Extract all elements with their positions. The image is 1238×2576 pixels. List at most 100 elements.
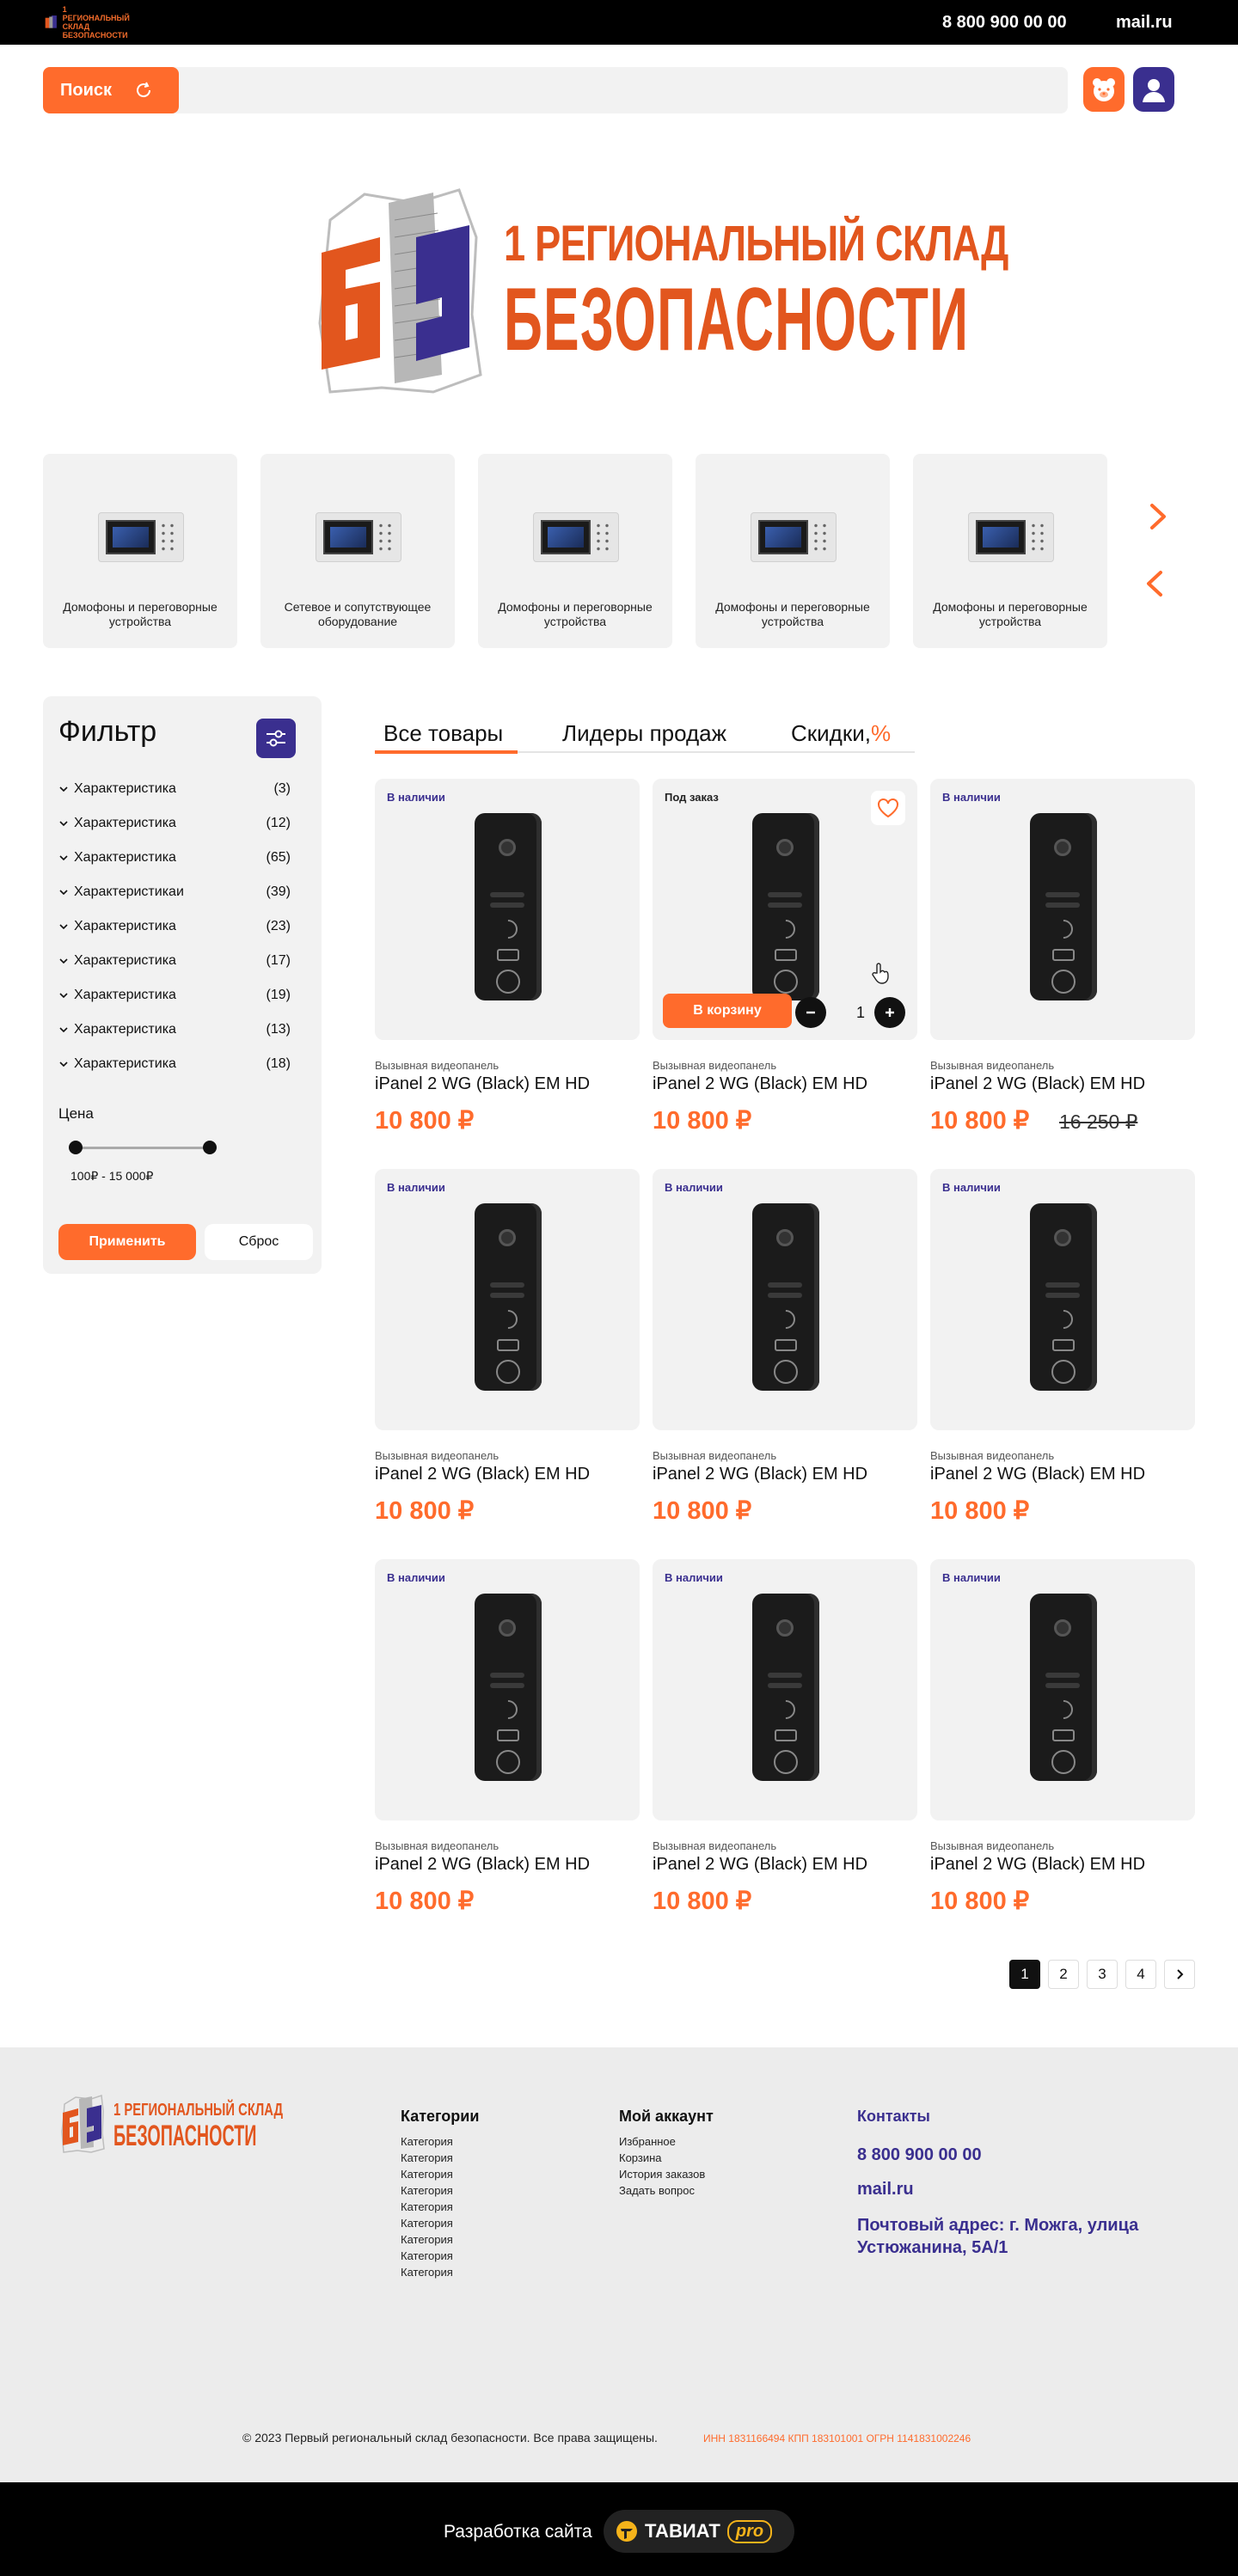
product-price: 10 800 ₽ [930, 1888, 1030, 1915]
chevron-down-icon [59, 958, 68, 964]
filter-row[interactable]: Характеристика (17) [58, 951, 291, 971]
footer-logo-line1: 1 РЕГИОНАЛЬНЫЙ СКЛАД [113, 2101, 284, 2120]
product-card[interactable]: В наличии [375, 1559, 640, 1820]
filter-row[interactable]: Характеристика (18) [58, 1054, 291, 1074]
category-card[interactable]: Домофоны и переговорные устройства [478, 454, 672, 648]
add-to-cart-button[interactable]: В корзину [663, 994, 792, 1028]
category-card[interactable]: Домофоны и переговорные устройства [696, 454, 890, 648]
product-type: Вызывная видеопанель [375, 1059, 499, 1072]
footer-account-link[interactable]: Корзина [619, 2151, 662, 2164]
filter-row-name: Характеристика [58, 850, 176, 866]
product-card[interactable]: В наличии [653, 1169, 917, 1430]
product-card[interactable]: Под заказ В корзину 1 [653, 779, 917, 1040]
profile-button[interactable] [1133, 67, 1174, 112]
footer-phone[interactable]: 8 800 900 00 00 [857, 2145, 982, 2165]
filter-row-name: Характеристика [58, 953, 176, 969]
carousel-next-button[interactable] [1140, 500, 1173, 533]
filter-row-count: (19) [266, 988, 291, 1002]
footer-contacts-title: Контакты [857, 2108, 930, 2125]
footer-account-link[interactable]: История заказов [619, 2168, 705, 2181]
product-card[interactable]: В наличии [653, 1559, 917, 1820]
price-slider-min-handle[interactable] [69, 1141, 83, 1154]
product-price: 10 800 ₽ [653, 1888, 752, 1915]
favorites-button[interactable] [1083, 67, 1125, 112]
filter-row-count: (18) [266, 1056, 291, 1071]
footer-logo[interactable]: 1 РЕГИОНАЛЬНЫЙ СКЛАД БЕЗОПАСНОСТИ [60, 2094, 283, 2154]
product-card[interactable]: В наличии [930, 779, 1195, 1040]
pagination-page[interactable]: 3 [1087, 1960, 1118, 1989]
filter-row-label: Характеристика [74, 1056, 176, 1071]
product-name[interactable]: iPanel 2 WG (Black) EM HD [375, 1465, 590, 1484]
pagination-page[interactable]: 4 [1125, 1960, 1156, 1989]
quantity-decrease-button[interactable] [795, 997, 826, 1028]
product-name[interactable]: iPanel 2 WG (Black) EM HD [375, 1855, 590, 1875]
footer-category-link[interactable]: Категория [401, 2200, 453, 2213]
product-card[interactable]: В наличии [375, 1169, 640, 1430]
price-slider-track[interactable] [74, 1147, 211, 1149]
product-name[interactable]: iPanel 2 WG (Black) EM HD [653, 1465, 867, 1484]
logo-mark-icon [45, 15, 57, 28]
product-card[interactable]: В наличии [930, 1169, 1195, 1430]
category-card[interactable]: Домофоны и переговорные устройства [43, 454, 237, 648]
filter-row-count: (65) [266, 850, 291, 865]
footer-category-link[interactable]: Категория [401, 2217, 453, 2230]
apply-filter-button[interactable]: Применить [58, 1224, 196, 1260]
footer-email[interactable]: mail.ru [857, 2180, 914, 2200]
footer-account-link[interactable]: Задать вопрос [619, 2184, 695, 2197]
product-name[interactable]: iPanel 2 WG (Black) EM HD [375, 1074, 590, 1094]
footer-category-link[interactable]: Категория [401, 2266, 453, 2279]
product-name[interactable]: iPanel 2 WG (Black) EM HD [930, 1465, 1145, 1484]
header-phone[interactable]: 8 800 900 00 00 [942, 13, 1067, 33]
filter-row[interactable]: Характеристика (12) [58, 813, 291, 834]
filter-row[interactable]: Характеристика (3) [58, 779, 291, 799]
product-type: Вызывная видеопанель [375, 1449, 499, 1462]
footer-category-link[interactable]: Категория [401, 2249, 453, 2262]
filter-title: Фильтр [58, 715, 157, 748]
pagination-page[interactable]: 2 [1048, 1960, 1079, 1989]
category-card[interactable]: Домофоны и переговорные устройства [913, 454, 1107, 648]
product-name[interactable]: iPanel 2 WG (Black) EM HD [653, 1855, 867, 1875]
footer-category-link[interactable]: Категория [401, 2135, 453, 2148]
search-button[interactable]: Поиск [43, 67, 179, 113]
active-tab-indicator [375, 750, 518, 754]
category-card[interactable]: Сетевое и сопутствующее оборудование [260, 454, 455, 648]
product-type: Вызывная видеопанель [653, 1449, 777, 1462]
quantity-increase-button[interactable] [874, 997, 905, 1028]
footer-category-link[interactable]: Категория [401, 2233, 453, 2246]
pagination-next-button[interactable] [1164, 1960, 1195, 1989]
favorite-button[interactable] [871, 791, 905, 825]
header-logo[interactable]: 1 РЕГИОНАЛЬНЫЙ СКЛАД БЕЗОПАСНОСТИ [45, 5, 131, 40]
carousel-prev-button[interactable] [1140, 567, 1173, 600]
availability-badge: В наличии [942, 1181, 1001, 1194]
price-slider-max-handle[interactable] [203, 1141, 217, 1154]
pagination-page[interactable]: 1 [1009, 1960, 1040, 1989]
tab-best-sellers[interactable]: Лидеры продаж [562, 720, 726, 747]
tab-discounts-label: Скидки, [791, 720, 871, 746]
product-name[interactable]: iPanel 2 WG (Black) EM HD [653, 1074, 867, 1094]
filter-row[interactable]: Характеристика (65) [58, 847, 291, 868]
filter-row[interactable]: Характеристика (23) [58, 916, 291, 937]
developer-pro: pro [726, 2519, 773, 2543]
filter-row[interactable]: Характеристика (19) [58, 985, 291, 1006]
product-price: 10 800 ₽ [375, 1107, 475, 1135]
filter-row-count: (23) [266, 919, 291, 933]
footer-account-link[interactable]: Избранное [619, 2135, 676, 2148]
product-name[interactable]: iPanel 2 WG (Black) EM HD [930, 1074, 1145, 1094]
product-card[interactable]: В наличии [930, 1559, 1195, 1820]
tab-discounts-percent: % [870, 720, 892, 746]
footer-category-link[interactable]: Категория [401, 2168, 453, 2181]
tab-all-products[interactable]: Все товары [383, 720, 503, 747]
chevron-right-icon [1177, 1969, 1184, 1979]
header-email[interactable]: mail.ru [1116, 13, 1173, 33]
reset-filter-button[interactable]: Сброс [205, 1224, 313, 1260]
developer-link[interactable]: ТАВИАТ pro [604, 2510, 794, 2553]
product-card[interactable]: В наличии [375, 779, 640, 1040]
filter-row[interactable]: Характеристика (13) [58, 1019, 291, 1040]
footer-category-link[interactable]: Категория [401, 2184, 453, 2197]
search-input[interactable] [43, 67, 1068, 113]
tab-discounts[interactable]: Скидки,% [791, 720, 891, 747]
filter-row[interactable]: Характеристикаи (39) [58, 882, 291, 903]
filter-settings-button[interactable] [256, 719, 296, 758]
product-name[interactable]: iPanel 2 WG (Black) EM HD [930, 1855, 1145, 1875]
footer-category-link[interactable]: Категория [401, 2151, 453, 2164]
